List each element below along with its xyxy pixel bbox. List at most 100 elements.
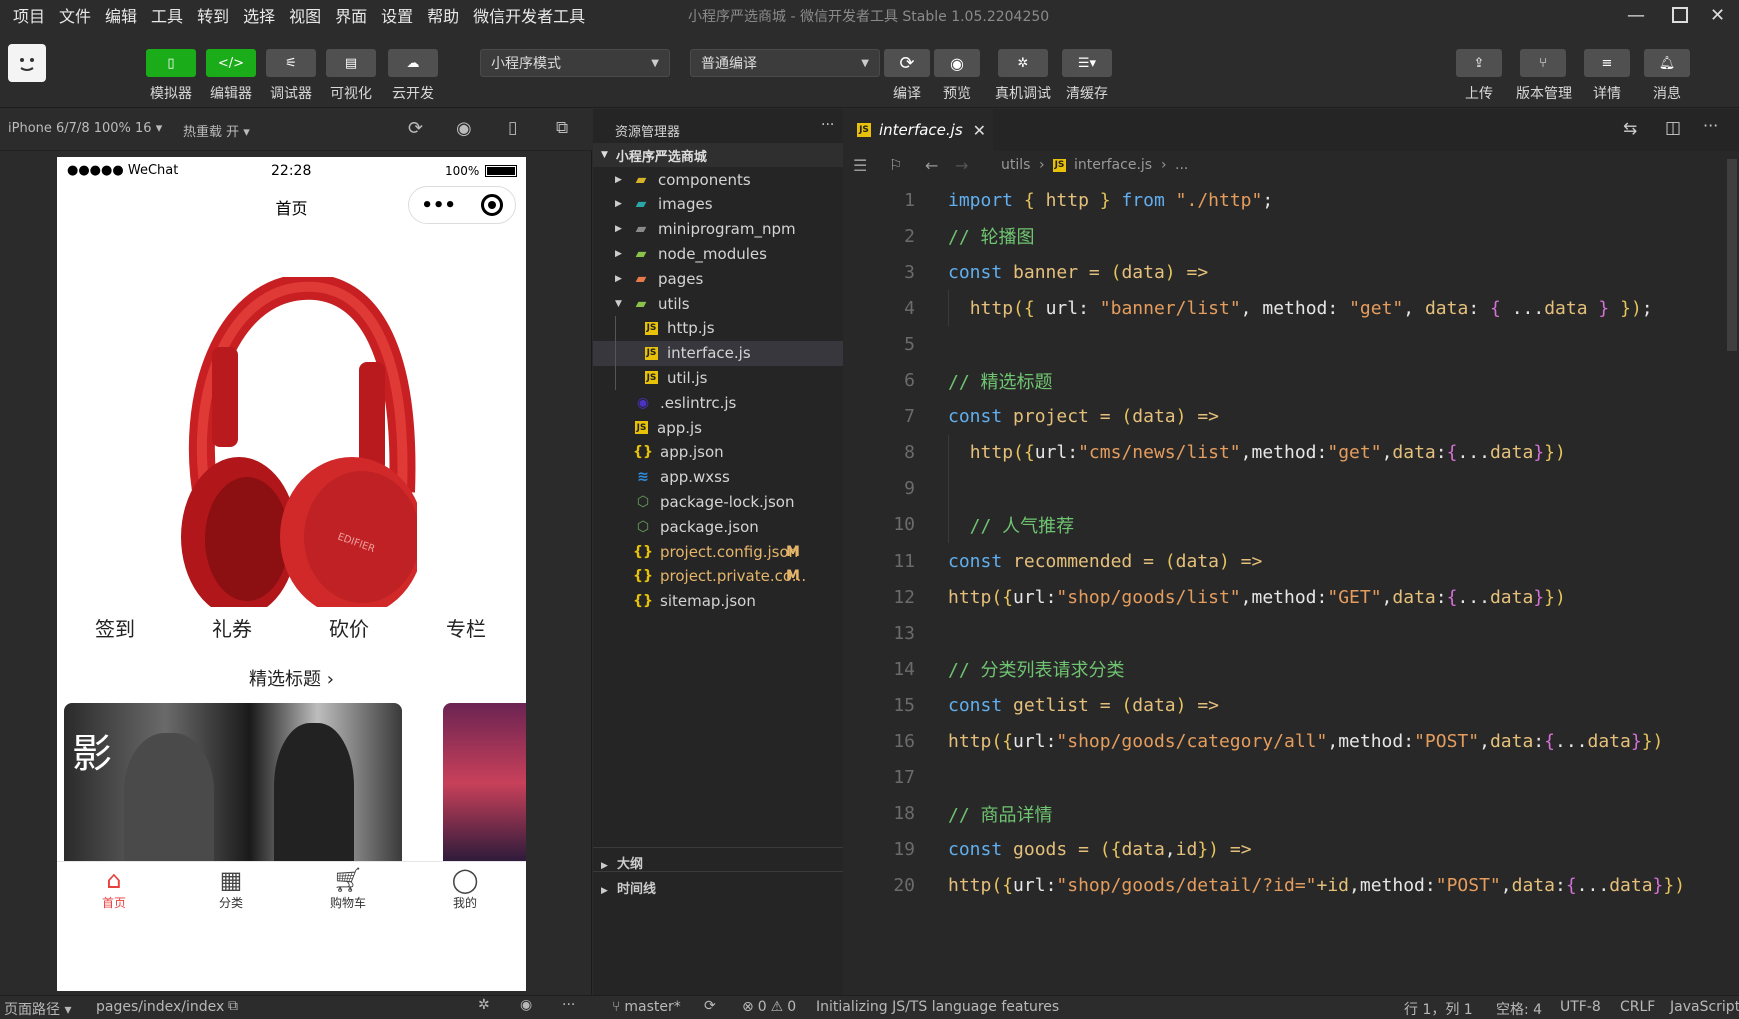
- close-icon[interactable]: ✕: [973, 121, 986, 140]
- split-editor-icon[interactable]: ◫: [1665, 118, 1681, 138]
- file-item[interactable]: ◉ .eslintrc.js: [593, 390, 843, 415]
- language-mode[interactable]: JavaScript: [1670, 999, 1739, 1015]
- file-item[interactable]: ⬡ package-lock.json: [593, 489, 843, 514]
- preview-button[interactable]: ◉: [934, 49, 980, 77]
- tab-item[interactable]: ◯ 我的: [430, 866, 500, 916]
- menu-item[interactable]: 设置: [374, 3, 420, 27]
- code-line[interactable]: 17: [843, 760, 1723, 796]
- scrollbar[interactable]: [1727, 159, 1737, 351]
- timeline-section[interactable]: ▶ 时间线: [601, 878, 656, 897]
- problems-indicator[interactable]: ⊗ 0 ⚠ 0: [742, 999, 796, 1015]
- git-branch[interactable]: ⑂ master*: [612, 999, 681, 1015]
- code-area[interactable]: 1 import { http } from "./http"; 2 // 轮播图 3 c…: [843, 179, 1723, 995]
- arrow-right-icon[interactable]: →: [955, 156, 968, 175]
- list-icon[interactable]: ☰: [853, 156, 867, 175]
- bug-icon[interactable]: ✲: [478, 997, 490, 1013]
- folder-item[interactable]: ▼ ▰ utils: [593, 291, 843, 316]
- code-line[interactable]: 11 const recommended = (data) =>: [843, 543, 1723, 579]
- folder-item[interactable]: ▶ ▰ images: [593, 192, 843, 217]
- breadcrumb-file[interactable]: JS interface.js: [1053, 157, 1152, 173]
- code-line[interactable]: 16 http({url:"shop/goods/category/all",me…: [843, 724, 1723, 760]
- line-ending[interactable]: CRLF: [1620, 999, 1655, 1015]
- project-root[interactable]: ▼ 小程序严选商城: [593, 143, 843, 167]
- code-line[interactable]: 5: [843, 326, 1723, 362]
- code-line[interactable]: 13: [843, 615, 1723, 651]
- menu-item[interactable]: 项目: [6, 3, 52, 27]
- encoding[interactable]: UTF-8: [1560, 999, 1601, 1015]
- code-line[interactable]: 8 http({url:"cms/news/list",method:"get"…: [843, 435, 1723, 471]
- code-line[interactable]: 3 const banner = (data) =>: [843, 254, 1723, 290]
- stop-icon[interactable]: ◉: [456, 118, 472, 139]
- file-item[interactable]: ≋ app.wxss: [593, 465, 843, 490]
- code-line[interactable]: 18 // 商品详情: [843, 796, 1723, 832]
- file-item[interactable]: {} sitemap.json: [593, 589, 843, 614]
- banner-image-2[interactable]: [443, 703, 526, 863]
- menu-item[interactable]: 转到: [190, 3, 236, 27]
- avatar[interactable]: [8, 44, 46, 82]
- file-item[interactable]: {} app.json: [593, 440, 843, 465]
- details-button[interactable]: ≡: [1584, 49, 1630, 77]
- rotate-icon[interactable]: ⟳: [408, 118, 423, 139]
- cloud-button[interactable]: ☁: [388, 49, 438, 77]
- menu-item[interactable]: 帮助: [420, 3, 466, 27]
- folder-item[interactable]: ▶ ▰ pages: [593, 266, 843, 291]
- copy-icon[interactable]: ⧉: [228, 998, 238, 1014]
- code-line[interactable]: 1 import { http } from "./http";: [843, 182, 1723, 218]
- eye-icon[interactable]: ◉: [520, 997, 532, 1013]
- compile-mode-select[interactable]: 普通编译 ▼: [690, 49, 880, 77]
- messages-button[interactable]: 🔔︎: [1644, 49, 1690, 77]
- breadcrumb-folder[interactable]: utils: [1001, 157, 1030, 173]
- breadcrumb-symbol[interactable]: ...: [1175, 157, 1188, 173]
- visual-button[interactable]: ▤: [326, 49, 376, 77]
- mode-select[interactable]: 小程序模式 ▼: [480, 49, 670, 77]
- sync-icon[interactable]: ⟳: [704, 998, 716, 1014]
- more-icon[interactable]: ···: [821, 117, 834, 133]
- phone-icon[interactable]: ▯: [508, 118, 517, 138]
- compile-button[interactable]: ⟳: [884, 49, 930, 77]
- file-item[interactable]: JS app.js: [593, 415, 843, 440]
- indentation[interactable]: 空格: 4: [1496, 999, 1542, 1019]
- arrow-left-icon[interactable]: ←: [925, 156, 938, 175]
- banner-image-1[interactable]: 影: [64, 703, 402, 863]
- code-line[interactable]: 20 http({url:"shop/goods/detail/?id="+id,…: [843, 868, 1723, 904]
- section-title[interactable]: 精选标题 ›: [57, 665, 526, 691]
- code-line[interactable]: 14 // 分类列表请求分类: [843, 651, 1723, 687]
- tab-item[interactable]: ⌂ 首页: [79, 866, 149, 916]
- tab-interface-js[interactable]: JS interface.js ✕: [843, 109, 993, 151]
- hotreload-toggle[interactable]: 热重载 开 ▾: [183, 121, 250, 140]
- menu-item[interactable]: 视图: [282, 3, 328, 27]
- file-item[interactable]: {} project.private.co... M: [593, 564, 843, 589]
- bookmark-icon[interactable]: ⚐: [889, 156, 902, 174]
- folder-item[interactable]: ▶ ▰ miniprogram_npm: [593, 217, 843, 242]
- nav-item[interactable]: 签到: [75, 613, 155, 642]
- compare-icon[interactable]: ⇆: [1623, 119, 1637, 139]
- close-capsule-icon[interactable]: [480, 194, 503, 216]
- device-select[interactable]: iPhone 6/7/8 100% 16 ▾: [8, 121, 162, 136]
- debugger-button[interactable]: ⚟: [266, 49, 316, 77]
- capsule-menu[interactable]: •••: [408, 186, 516, 224]
- folder-item[interactable]: ▶ ▰ components: [593, 167, 843, 192]
- upload-button[interactable]: ⇪: [1456, 49, 1502, 77]
- code-line[interactable]: 19 const goods = ({data,id}) =>: [843, 832, 1723, 868]
- menu-item[interactable]: 微信开发者工具: [466, 3, 592, 27]
- clear-cache-button[interactable]: ☰▾: [1062, 49, 1112, 77]
- nav-item[interactable]: 砍价: [309, 613, 389, 642]
- code-line[interactable]: 4 http({ url: "banner/list", method: "ge…: [843, 290, 1723, 326]
- file-item[interactable]: {} project.config.json M: [593, 539, 843, 564]
- tab-item[interactable]: 🛒︎ 购物车: [313, 866, 383, 916]
- file-item[interactable]: JS util.js: [593, 365, 843, 390]
- code-line[interactable]: 12 http({url:"shop/goods/list",method:"GE…: [843, 579, 1723, 615]
- page-path-select[interactable]: 页面路径 ▾: [4, 999, 71, 1019]
- nav-item[interactable]: 专栏: [426, 613, 506, 642]
- headphone-image[interactable]: EDIFIER: [167, 277, 417, 607]
- real-debug-button[interactable]: ✲: [998, 49, 1048, 77]
- nav-item[interactable]: 礼券: [192, 613, 272, 642]
- more-icon[interactable]: •••: [421, 195, 456, 216]
- editor-button[interactable]: </>: [206, 49, 256, 77]
- close-icon[interactable]: ✕: [1696, 0, 1739, 30]
- outline-section[interactable]: ▶ 大纲: [601, 853, 643, 872]
- code-line[interactable]: 10 // 人气推荐: [843, 507, 1723, 543]
- code-line[interactable]: 9: [843, 471, 1723, 507]
- cursor-position[interactable]: 行 1，列 1: [1404, 999, 1473, 1019]
- menu-item[interactable]: 界面: [328, 3, 374, 27]
